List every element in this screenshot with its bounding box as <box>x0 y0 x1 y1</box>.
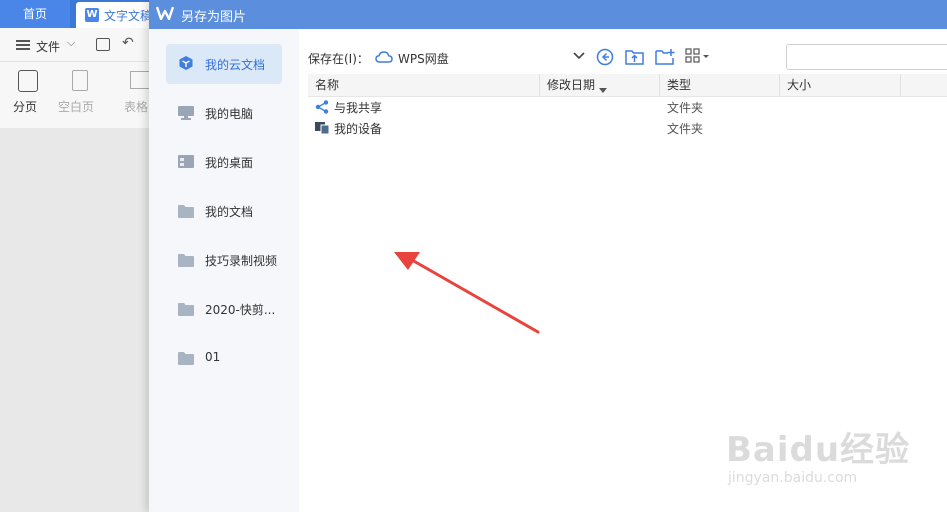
dialog-title: 另存为图片 <box>181 10 247 25</box>
blank-page-icon[interactable] <box>72 70 88 91</box>
folder-icon <box>178 302 194 316</box>
sidebar-item-label: 我的电脑 <box>205 107 254 121</box>
sidebar-item-label: 我的云文档 <box>205 58 266 72</box>
background-ribbon: 文件 ⌵ ↶ 分页 空白页 表格 <box>0 28 150 129</box>
column-type[interactable]: 类型 <box>660 74 780 96</box>
tab-document[interactable]: W 文字文稿 <box>76 2 156 28</box>
computer-icon <box>178 106 194 120</box>
new-folder-icon <box>655 49 675 69</box>
annotation-arrow-icon <box>394 252 540 334</box>
file-menu[interactable]: 文件 <box>36 38 60 55</box>
tab-home[interactable]: 首页 <box>0 0 70 28</box>
column-size[interactable]: 大小 <box>780 74 901 96</box>
device-icon <box>315 121 330 135</box>
view-mode-icon <box>685 48 711 67</box>
file-row-shared-with-me[interactable]: 与我共享 文件夹 <box>308 96 947 118</box>
view-mode-button[interactable] <box>685 48 711 68</box>
sidebar-item-my-computer[interactable]: 我的电脑 <box>166 93 282 133</box>
cloud-icon <box>375 51 393 66</box>
table-icon[interactable] <box>130 71 150 89</box>
folder-icon <box>178 204 194 218</box>
sidebar-item-label: 技巧录制视频 <box>205 254 278 268</box>
back-icon <box>596 48 614 69</box>
undo-icon[interactable]: ↶ <box>122 35 134 51</box>
sidebar-item-label: 我的桌面 <box>205 156 254 170</box>
sidebar-item-label: 01 <box>205 350 221 364</box>
up-folder-button[interactable] <box>625 48 645 68</box>
search-input[interactable] <box>786 44 947 70</box>
blank-page-button[interactable]: 空白页 <box>58 98 94 115</box>
file-type: 文件夹 <box>667 101 704 115</box>
new-folder-button[interactable] <box>655 48 675 68</box>
table-button[interactable]: 表格 <box>124 98 148 115</box>
folder-icon <box>178 351 194 365</box>
save-location-value: WPS网盘 <box>398 52 449 66</box>
save-icon[interactable] <box>96 38 110 51</box>
back-button[interactable] <box>596 48 616 68</box>
sidebar-item-cloud-docs[interactable]: 我的云文档 <box>166 44 282 84</box>
cloud-cube-icon <box>178 56 194 70</box>
dialog-title-bar: 另存为图片 <box>149 0 947 29</box>
column-name[interactable]: 名称 <box>308 74 540 96</box>
watermark-url: jingyan.baidu.com <box>728 470 858 486</box>
sidebar-item-label: 2020-快剪... <box>205 303 276 317</box>
file-row-my-devices[interactable]: 我的设备 文件夹 <box>308 117 947 139</box>
file-name: 与我共享 <box>334 101 383 115</box>
file-name: 我的设备 <box>334 122 383 136</box>
save-location-dropdown[interactable]: WPS网盘 <box>371 44 589 70</box>
up-folder-icon <box>625 50 645 69</box>
save-location-label: 保存在(I)： <box>308 52 369 66</box>
file-type: 文件夹 <box>667 122 704 136</box>
chevron-down-icon[interactable] <box>573 49 585 64</box>
wps-logo-icon <box>155 6 175 22</box>
sidebar-item-tips-videos[interactable]: 技巧录制视频 <box>166 240 282 280</box>
document-canvas <box>0 128 150 512</box>
baidu-jingyan-watermark: Baidu经验 jingyan.baidu.com <box>726 412 926 502</box>
sidebar-item-2020-folder[interactable]: 2020-快剪... <box>166 289 282 329</box>
share-icon <box>315 100 329 114</box>
page-break-button[interactable]: 分页 <box>13 98 37 115</box>
sidebar-item-01-folder[interactable]: 01 <box>166 338 282 378</box>
sidebar-item-my-documents[interactable]: 我的文档 <box>166 191 282 231</box>
desktop-icon <box>178 155 194 168</box>
watermark-brand: Baidu经验 <box>726 430 911 470</box>
location-sidebar: 我的云文档 我的电脑 我的桌面 我的文档 技巧录制视频 2020-快剪... 0… <box>149 29 299 512</box>
page-break-icon[interactable] <box>18 70 38 92</box>
menu-icon[interactable] <box>16 40 30 50</box>
folder-icon <box>178 253 194 267</box>
chevron-down-icon[interactable]: ⌵ <box>67 36 75 50</box>
file-list-header: 名称 修改日期 类型 大小 <box>308 74 947 97</box>
tab-document-label: 文字文稿 <box>104 9 153 23</box>
sidebar-item-my-desktop[interactable]: 我的桌面 <box>166 142 282 182</box>
sort-descending-icon <box>599 88 607 93</box>
wps-writer-icon: W <box>85 8 99 22</box>
sidebar-item-label: 我的文档 <box>205 205 254 219</box>
